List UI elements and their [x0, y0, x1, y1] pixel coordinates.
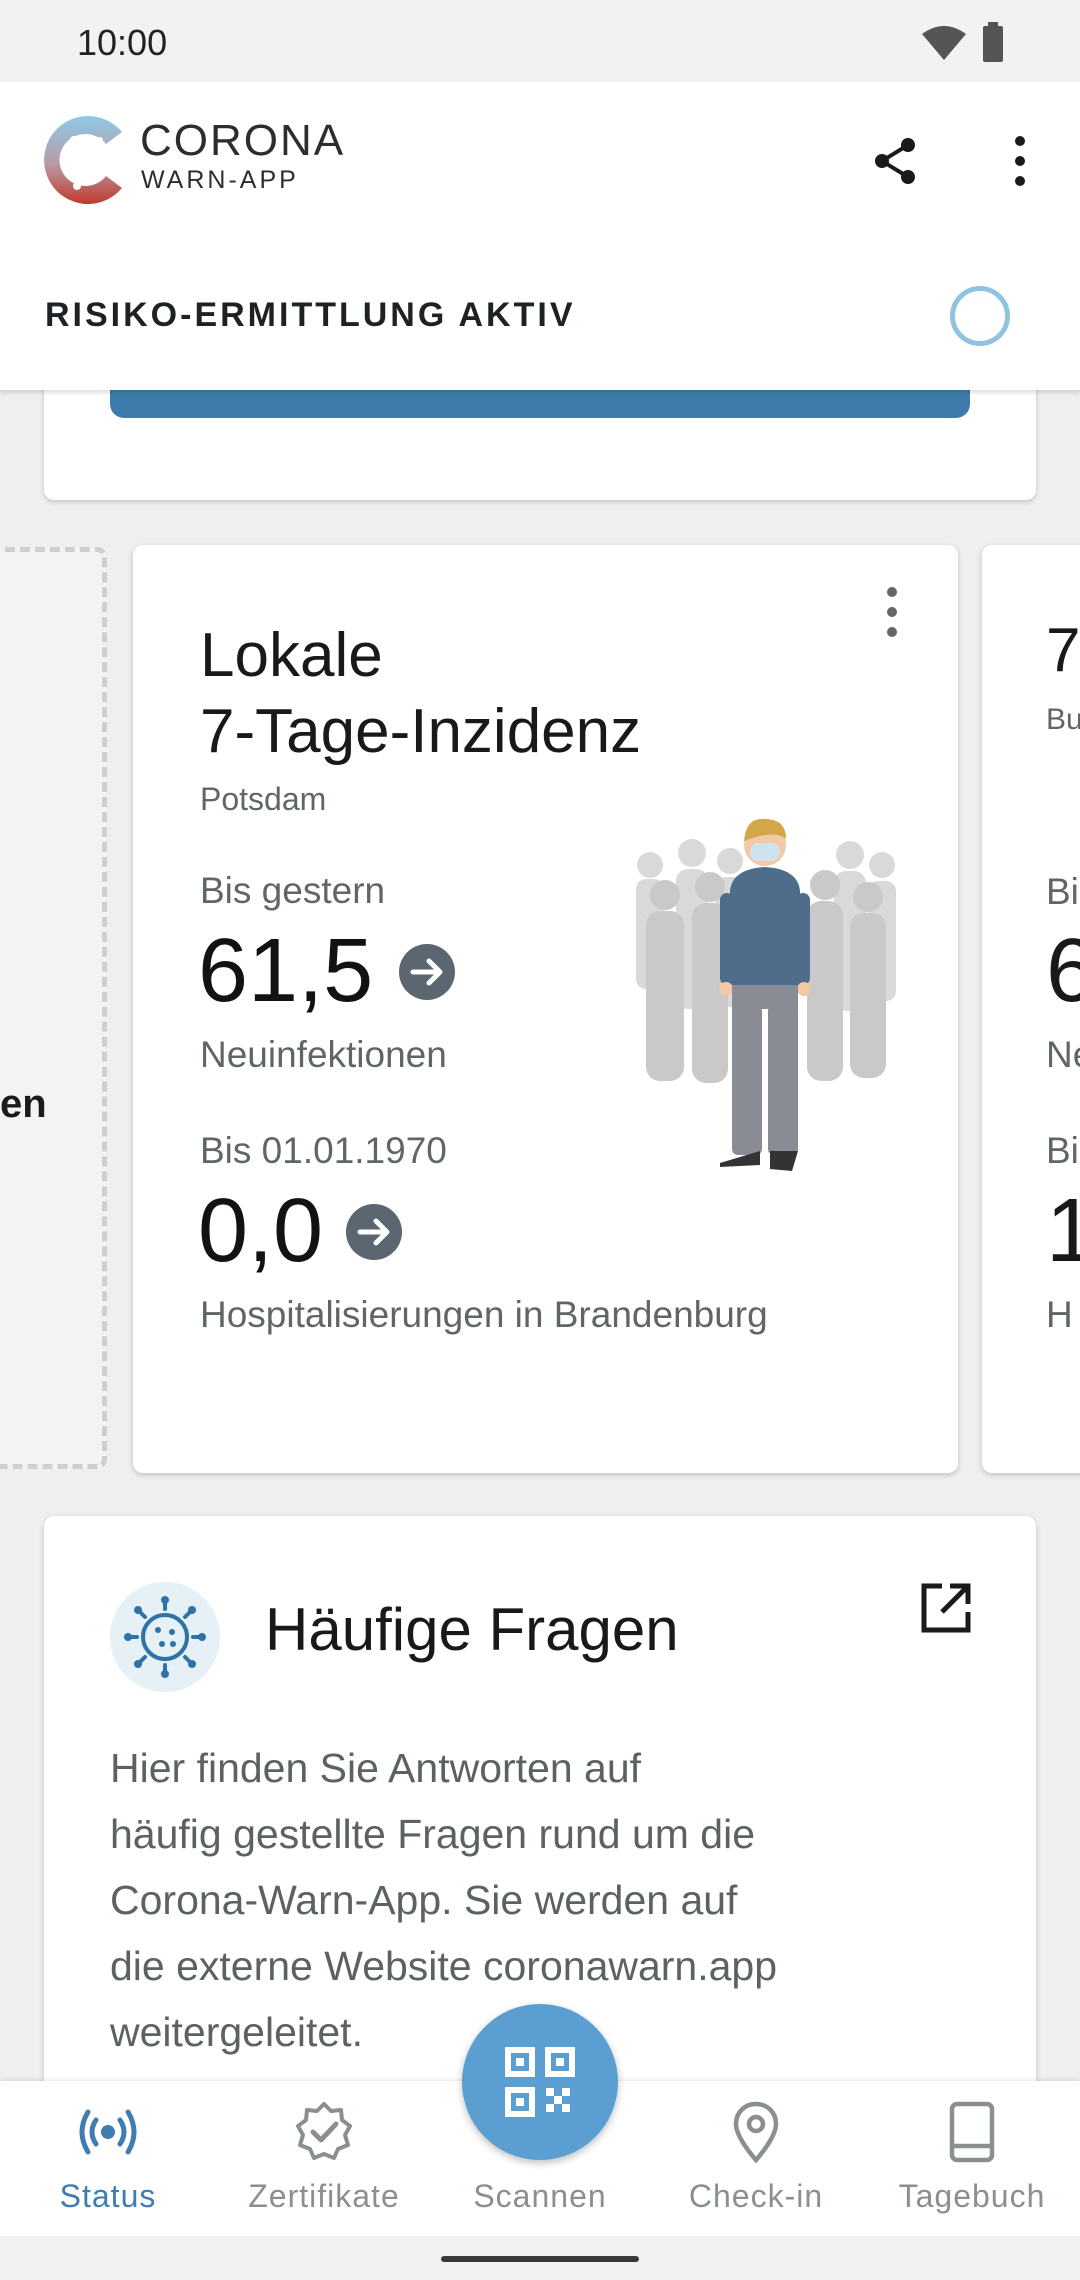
certificate-badge-icon [296, 2102, 352, 2160]
add-statistics-card-label: en [0, 1082, 47, 1126]
faq-description-line: Hier finden Sie Antworten auf [110, 1745, 642, 1791]
faq-description-line: häufig gestellte Fragen rund um die [110, 1811, 756, 1857]
incidence-title-line2: 7-Tage-Inzidenz [200, 697, 642, 766]
share-icon[interactable] [868, 133, 924, 189]
right-card-title: 7 [1046, 616, 1080, 685]
crowd-illustration [636, 818, 896, 1171]
nav-label: Check-in [688, 2178, 824, 2214]
right-card-label: Bi [1046, 871, 1079, 912]
nav-item-scannen[interactable]: Scannen [432, 2100, 648, 2230]
faq-description-line: Corona-Warn-App. Sie werden auf [110, 1877, 738, 1923]
right-card-caption: H [1046, 1294, 1073, 1335]
incidence-caption: Neuinfektionen [200, 1034, 447, 1075]
incidence-title-line1: Lokale [200, 621, 383, 690]
home-gesture-handle[interactable] [441, 2256, 639, 2262]
nav-label: Tagebuch [898, 2178, 1046, 2214]
broadcast-icon [79, 2109, 137, 2155]
nav-item-zertifikate[interactable]: Zertifikate [216, 2100, 432, 2230]
incidence-label: Bis gestern [200, 870, 386, 911]
status-time: 10:00 [77, 22, 168, 63]
nav-label: Zertifikate [248, 2178, 400, 2214]
faq-description: Hier finden Sie Antworten auf häufig ges… [110, 1735, 870, 2065]
right-card-label: Bi [1046, 1130, 1079, 1171]
logo-title: CORONA [140, 116, 346, 165]
right-card-value: 1 [1046, 1181, 1080, 1281]
corona-warn-app-logo-icon [44, 116, 122, 204]
nav-item-check-in[interactable]: Check-in [648, 2100, 864, 2230]
right-card-value: 6 [1046, 921, 1080, 1021]
more-options-icon[interactable] [1000, 133, 1040, 189]
logo-subtitle: WARN-APP [141, 166, 299, 194]
wifi-icon [922, 26, 966, 60]
open-external-icon[interactable] [918, 1580, 974, 1636]
nav-item-status[interactable]: Status [0, 2100, 216, 2230]
nav-item-tagebuch[interactable]: Tagebuch [864, 2100, 1080, 2230]
right-card-subtitle: Bu [1046, 703, 1080, 736]
faq-description-line: die externe Website coronawarn.app [110, 1943, 778, 1989]
faq-title: Häufige Fragen [265, 1596, 679, 1663]
incidence-location: Potsdam [200, 781, 327, 817]
location-pin-icon [733, 2101, 779, 2164]
add-statistics-card-placeholder[interactable] [0, 547, 107, 1469]
book-icon [949, 2101, 995, 2163]
nav-label: Scannen [473, 2178, 607, 2214]
card-menu-icon[interactable] [877, 584, 907, 640]
nav-label: Status [59, 2178, 157, 2214]
virus-icon [110, 1582, 220, 1692]
hospitalization-value: 0,0 [198, 1181, 324, 1281]
nationwide-incidence-card: 7 Bu Bi 6 Ne Bi 1 H [982, 545, 1080, 1473]
hospitalization-label: Bis 01.01.1970 [200, 1130, 447, 1171]
trend-arrow-icon [399, 944, 455, 1000]
incidence-value: 61,5 [198, 921, 374, 1021]
trend-arrow-icon [346, 1204, 402, 1260]
right-card-caption: Ne [1046, 1034, 1080, 1075]
risk-progress-spinner [950, 286, 1010, 346]
hospitalization-caption: Hospitalisierungen in Brandenburg [200, 1294, 768, 1335]
battery-icon [983, 22, 1003, 62]
risk-status-text: RISIKO-ERMITTLUNG AKTIV [45, 296, 576, 334]
